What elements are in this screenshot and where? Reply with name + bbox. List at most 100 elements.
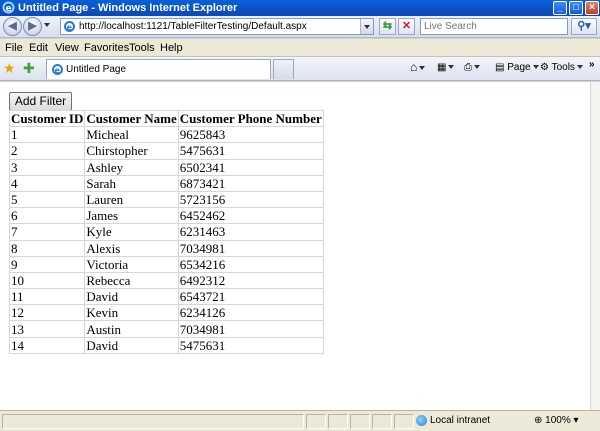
table-row: 7 Kyle 6231463 (8, 223, 324, 241)
zoom-control[interactable]: ⊕ 100% ▾ (534, 414, 579, 429)
tab-untitled-page[interactable]: e Untitled Page (46, 59, 271, 79)
minimize-button[interactable]: _ (553, 1, 567, 15)
refresh-icon: ⇆ (382, 20, 393, 32)
cell-customer-id: 8 (8, 239, 86, 257)
print-button[interactable]: ⎙ (464, 62, 480, 74)
cell-customer-phone: 7034981 (177, 239, 324, 257)
cell-customer-phone: 6231463 (177, 223, 324, 241)
back-button[interactable]: ◀ (3, 17, 22, 36)
table-row: 2 Chirstopher 5475631 (8, 142, 324, 160)
menu-favorites[interactable]: Favorites (84, 42, 129, 54)
customers-table: Customer ID Customer Name Customer Phone… (8, 109, 324, 354)
header-customer-phone: Customer Phone Number (177, 109, 324, 128)
tab-toolbar: ★ ✚ e Untitled Page ⌂ ▦ ⎙ ▤ Page ⚙ Tools… (0, 57, 600, 81)
cell-customer-id: 7 (8, 223, 86, 241)
stop-icon: ✕ (401, 20, 412, 32)
table-row: 1 Micheal 9625843 (8, 126, 324, 144)
add-favorites-icon[interactable]: ✚ (23, 60, 35, 76)
status-cell (328, 414, 348, 429)
cell-customer-phone: 6492312 (177, 271, 324, 290)
forward-button[interactable]: ▶ (23, 17, 42, 36)
table-row: 13 Austin 7034981 (8, 320, 324, 338)
cell-customer-id: 4 (8, 174, 86, 192)
cell-customer-phone: 6543721 (177, 288, 324, 306)
cell-customer-name: Victoria (84, 255, 179, 273)
address-dropdown-button[interactable] (360, 19, 373, 34)
page-menu-label: Page (507, 62, 531, 73)
home-button[interactable]: ⌂ (410, 60, 426, 74)
status-cell (372, 414, 392, 429)
table-row: 3 Ashley 6502341 (8, 158, 324, 176)
cell-customer-id: 6 (8, 207, 86, 225)
cell-customer-id: 13 (8, 320, 86, 338)
cell-customer-name: James (84, 207, 179, 225)
new-tab-button[interactable] (273, 59, 294, 79)
cell-customer-id: 12 (8, 304, 86, 322)
cell-customer-phone: 6452462 (177, 207, 324, 225)
refresh-button[interactable]: ⇆ (379, 18, 396, 35)
tools-menu-button[interactable]: ⚙ Tools (540, 62, 583, 74)
feeds-icon: ▦ (437, 62, 447, 73)
tools-icon: ⚙ (540, 62, 549, 73)
menu-view[interactable]: View (55, 42, 79, 54)
recent-pages-dropdown[interactable] (44, 23, 50, 27)
menu-help[interactable]: Help (160, 42, 183, 54)
svg-text:e: e (55, 66, 61, 75)
address-url[interactable]: http://localhost:1121/TableFilterTesting… (79, 21, 307, 33)
cell-customer-id: 14 (8, 336, 86, 354)
vertical-scrollbar[interactable] (590, 82, 600, 410)
cell-customer-phone: 7034981 (177, 320, 324, 338)
search-input[interactable] (421, 19, 561, 34)
home-icon: ⌂ (410, 60, 418, 74)
close-button[interactable]: × (585, 1, 599, 15)
cell-customer-id: 11 (8, 288, 86, 306)
security-zone[interactable]: Local intranet (416, 414, 490, 429)
status-text-cell (2, 414, 304, 429)
tools-menu-label: Tools (551, 62, 575, 73)
table-row: 12 Kevin 6234126 (8, 304, 324, 322)
search-button[interactable]: ⚲▾ (571, 18, 597, 35)
header-customer-id: Customer ID (8, 109, 86, 128)
cell-customer-id: 3 (8, 158, 86, 176)
address-bar[interactable]: e http://localhost:1121/TableFilterTesti… (60, 18, 374, 35)
zoom-level: 100% (545, 415, 571, 426)
table-row: 4 Sarah 6873421 (8, 174, 324, 192)
ie-page-icon: e (64, 21, 75, 32)
page-menu-button[interactable]: ▤ Page (495, 62, 539, 74)
table-row: 9 Victoria 6534216 (8, 255, 324, 273)
table-header-row: Customer ID Customer Name Customer Phone… (8, 109, 324, 128)
cell-customer-phone: 9625843 (177, 126, 324, 144)
cell-customer-phone: 5723156 (177, 190, 324, 209)
tab-label: Untitled Page (66, 64, 127, 75)
cell-customer-id: 5 (8, 190, 86, 209)
svg-text:e: e (67, 23, 73, 32)
status-cell (350, 414, 370, 429)
zone-label: Local intranet (430, 415, 491, 426)
page-content: Add Filter Customer ID Customer Name Cus… (0, 82, 590, 410)
favorites-star-icon[interactable]: ★ (3, 60, 16, 76)
chevron-more-icon[interactable]: » (589, 59, 595, 71)
maximize-button[interactable]: □ (569, 1, 583, 15)
feeds-button[interactable]: ▦ (437, 62, 455, 74)
cell-customer-name: Chirstopher (84, 142, 179, 160)
table-row: 10 Rebecca 6492312 (8, 271, 324, 290)
search-box[interactable] (420, 18, 568, 35)
title-bar[interactable]: e Untitled Page - Windows Internet Explo… (0, 0, 600, 16)
menu-edit[interactable]: Edit (29, 42, 48, 54)
stop-button[interactable]: ✕ (398, 18, 415, 35)
cell-customer-name: David (84, 336, 179, 354)
cell-customer-name: Kyle (84, 223, 179, 241)
cell-customer-name: Rebecca (84, 271, 179, 290)
table-row: 11 David 6543721 (8, 288, 324, 306)
menu-tools[interactable]: Tools (129, 42, 155, 54)
cell-customer-name: Alexis (84, 239, 179, 257)
cell-customer-id: 2 (8, 142, 86, 160)
add-filter-button[interactable]: Add Filter (9, 92, 72, 111)
globe-icon (416, 414, 427, 426)
table-row: 14 David 5475631 (8, 336, 324, 354)
cell-customer-id: 9 (8, 255, 86, 273)
cell-customer-name: Austin (84, 320, 179, 338)
menu-file[interactable]: File (5, 42, 23, 54)
cell-customer-name: Sarah (84, 174, 179, 192)
cell-customer-id: 10 (8, 271, 86, 290)
